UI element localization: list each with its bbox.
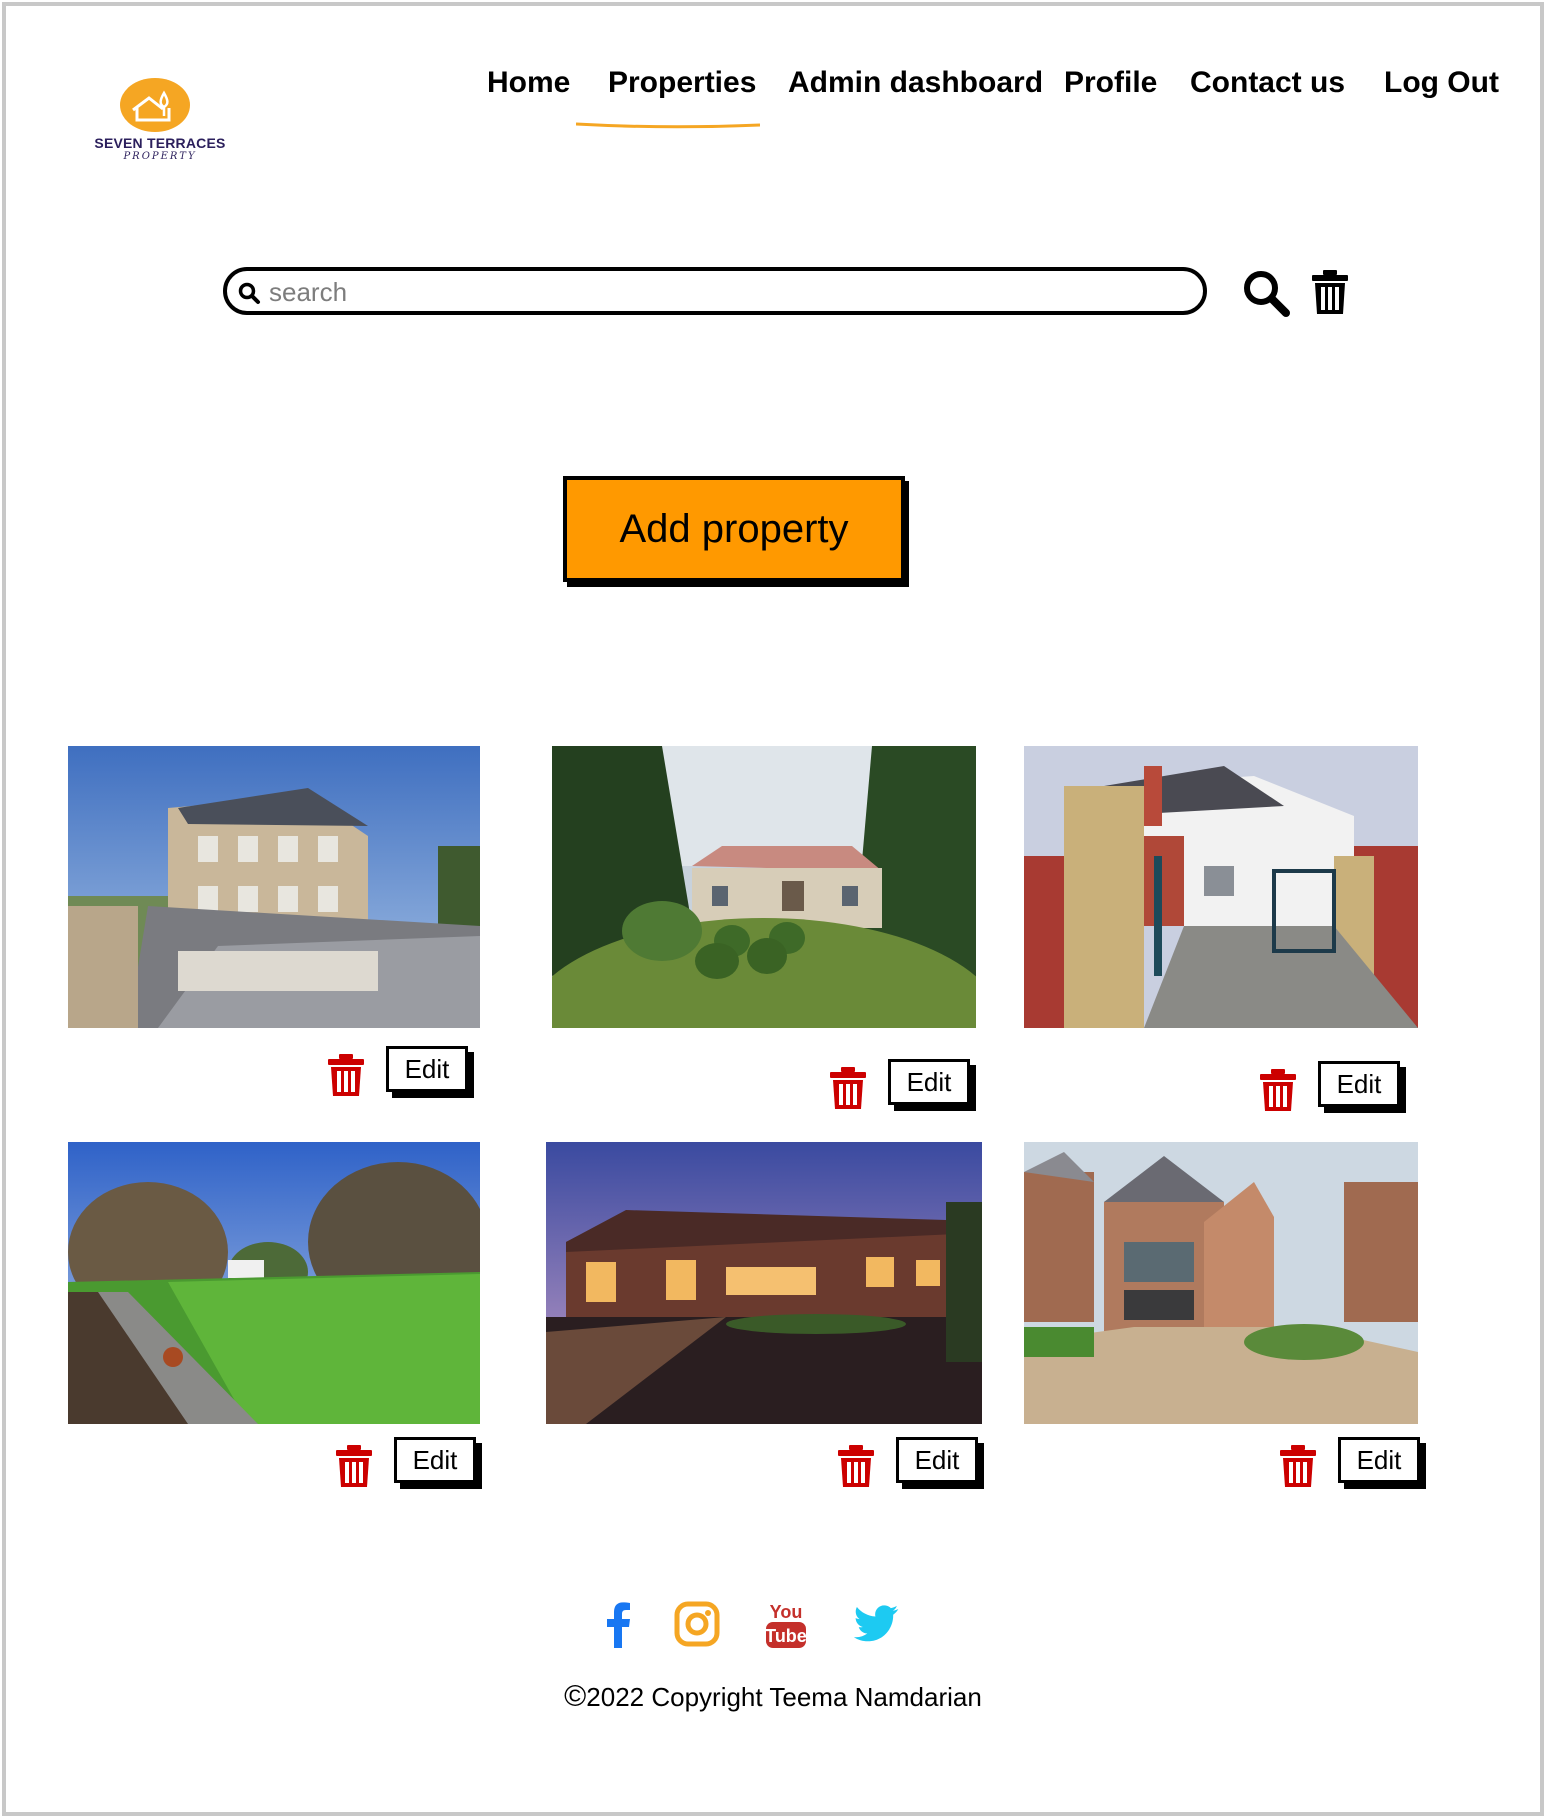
- delete-property-trash-icon[interactable]: [829, 1066, 867, 1110]
- svg-text:You: You: [770, 1602, 803, 1622]
- search-button-icon[interactable]: [1241, 268, 1291, 318]
- svg-text:Tube: Tube: [765, 1626, 807, 1646]
- delete-property-trash-icon[interactable]: [1279, 1444, 1317, 1488]
- delete-property-trash-icon[interactable]: [327, 1053, 365, 1097]
- nav-item-contact-us[interactable]: Contact us: [1190, 66, 1345, 100]
- edit-button-label: Edit: [1318, 1061, 1400, 1107]
- property-image-gated-brick-house[interactable]: [1024, 746, 1418, 1028]
- copyright-text: ©2022 Copyright Teema Namdarian: [543, 1680, 1003, 1714]
- copyright-symbol: ©: [564, 1680, 587, 1713]
- edit-property-button[interactable]: Edit: [888, 1059, 976, 1111]
- edit-button-label: Edit: [386, 1046, 468, 1092]
- search-bar: [223, 267, 1207, 315]
- add-property-button[interactable]: Add property: [563, 476, 905, 582]
- brand-logo[interactable]: SEVEN TERRACES PROPERTY: [90, 78, 230, 168]
- edit-button-label: Edit: [888, 1059, 970, 1105]
- nav-item-log-out[interactable]: Log Out: [1384, 66, 1499, 100]
- nav-item-properties[interactable]: Properties: [608, 66, 756, 100]
- nav-item-profile[interactable]: Profile: [1064, 66, 1157, 100]
- nav-item-home[interactable]: Home: [487, 66, 570, 100]
- property-image-lawn-garden[interactable]: [68, 1142, 480, 1424]
- youtube-icon[interactable]: You Tube: [762, 1598, 810, 1650]
- edit-button-label: Edit: [1338, 1437, 1420, 1483]
- edit-property-button[interactable]: Edit: [394, 1437, 482, 1489]
- edit-property-button[interactable]: Edit: [1318, 1061, 1406, 1113]
- edit-button-label: Edit: [896, 1437, 978, 1483]
- edit-button-label: Edit: [394, 1437, 476, 1483]
- property-image-bungalow-garden[interactable]: [552, 746, 976, 1028]
- search-icon: [238, 282, 260, 304]
- edit-property-button[interactable]: Edit: [896, 1437, 984, 1489]
- nav-item-admin-dashboard[interactable]: Admin dashboard: [788, 66, 1043, 100]
- brand-name: SEVEN TERRACES: [94, 135, 226, 151]
- delete-property-trash-icon[interactable]: [335, 1444, 373, 1488]
- property-image-modern-brick-house[interactable]: [1024, 1142, 1418, 1424]
- facebook-icon[interactable]: [594, 1598, 642, 1650]
- edit-property-button[interactable]: Edit: [386, 1046, 474, 1098]
- delete-property-trash-icon[interactable]: [1259, 1068, 1297, 1112]
- instagram-icon[interactable]: [673, 1598, 721, 1650]
- brand-tagline: PROPERTY: [123, 151, 197, 162]
- house-logo-icon: [120, 78, 190, 132]
- delete-property-trash-icon[interactable]: [837, 1444, 875, 1488]
- active-nav-underline: [576, 122, 760, 129]
- property-image-stone-townhouse[interactable]: [68, 746, 480, 1028]
- search-input[interactable]: [269, 275, 1169, 309]
- edit-property-button[interactable]: Edit: [1338, 1437, 1426, 1489]
- copyright-label: 2022 Copyright Teema Namdarian: [586, 1682, 982, 1712]
- clear-search-trash-icon[interactable]: [1310, 268, 1350, 316]
- twitter-icon[interactable]: [852, 1598, 900, 1650]
- property-image-brick-house-dusk[interactable]: [546, 1142, 982, 1424]
